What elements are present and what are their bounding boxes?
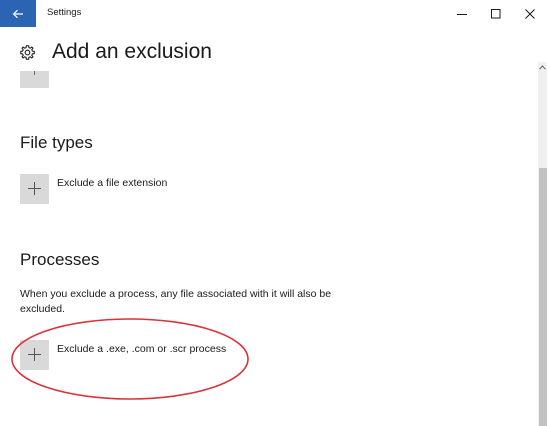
exclude-file-extension-label[interactable]: Exclude a file extension [57, 177, 167, 189]
processes-heading: Processes [20, 250, 100, 269]
back-arrow-icon [12, 9, 23, 18]
scroll-up-button[interactable] [538, 62, 547, 73]
processes-description: When you exclude a process, any file ass… [20, 288, 332, 315]
settings-window: Settings Add an exclusion File types Exc… [0, 0, 550, 426]
close-button[interactable] [512, 0, 548, 27]
add-file-extension-button[interactable] [20, 174, 49, 204]
add-exclusion-tile-partial[interactable] [20, 71, 49, 88]
scrollbar-thumb[interactable] [539, 168, 547, 426]
maximize-button[interactable] [478, 0, 514, 27]
title-bar: Settings [0, 0, 550, 27]
close-icon [525, 8, 535, 19]
gear-icon [20, 45, 35, 60]
file-types-heading: File types [20, 133, 93, 152]
page-title: Add an exclusion [52, 40, 212, 63]
annotation-ellipse [11, 318, 249, 400]
minimize-icon [457, 13, 467, 15]
maximize-icon [491, 8, 501, 18]
chevron-up-icon [539, 65, 546, 70]
back-button[interactable] [0, 0, 36, 27]
minimize-button[interactable] [444, 0, 480, 27]
window-title: Settings [47, 7, 82, 18]
